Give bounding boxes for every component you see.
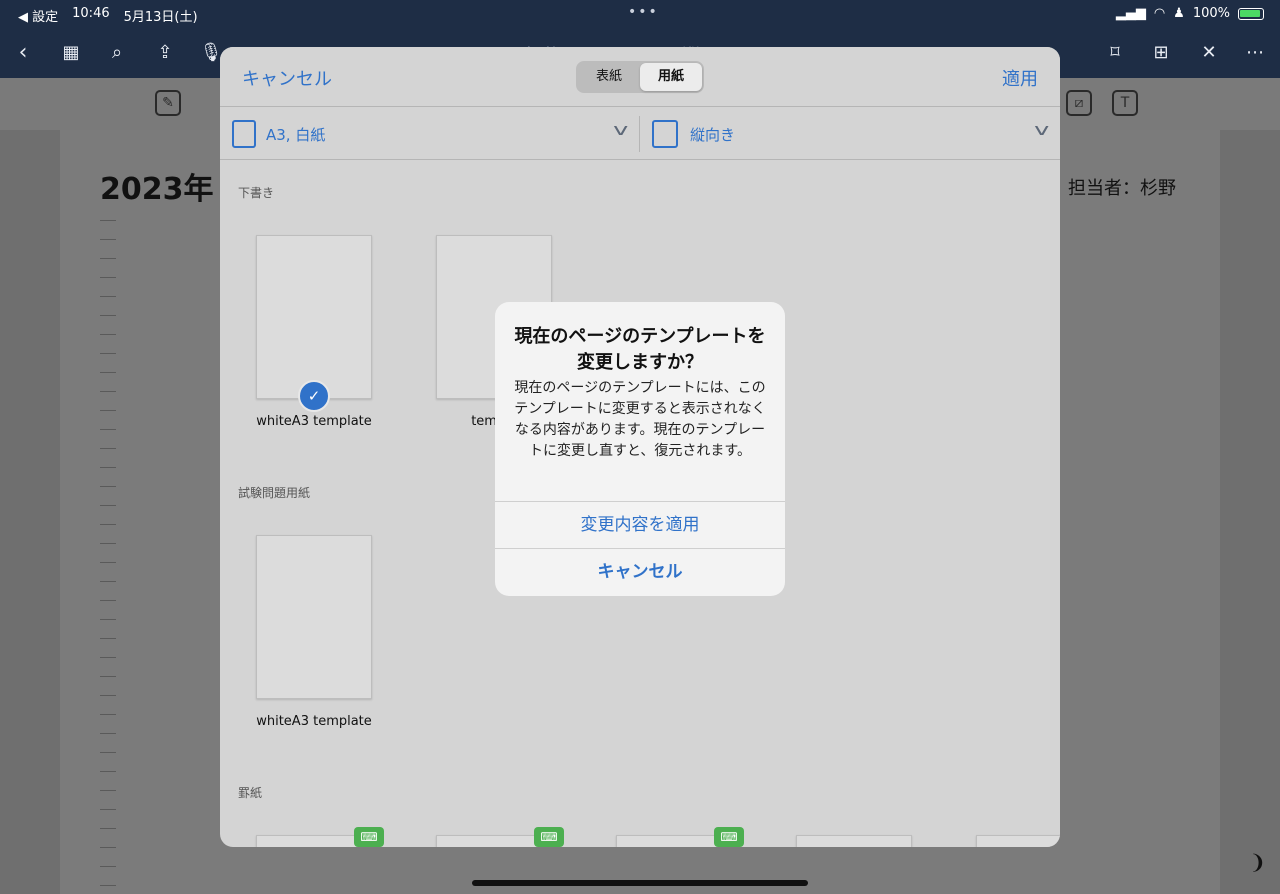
status-bar: ◀ 設定 10:46 5月13日(土) ••• ▂▄▆ ◠ ♟ 100% [0,0,1280,28]
back-icon[interactable]: ‹ [10,40,36,66]
back-to-settings-link[interactable]: ◀ 設定 [18,6,58,25]
alert-message: 現在のページのテンプレートには、このテンプレートに変更すると表示されなくなる内容… [514,380,766,459]
orientation-label: 縦向き [690,126,736,144]
battery-percent: 100% [1192,6,1230,21]
keyboard-icon: ⌨ [534,827,564,847]
paper-size-selector[interactable]: A3, 白紙 v [220,108,639,160]
share-icon[interactable]: ⇪ [152,40,178,66]
orientation-icon [652,120,678,148]
sheet-header: キャンセル 表紙 用紙 適用 [220,47,1060,107]
page-owner: 担当者：杉野 [1068,178,1176,199]
sheet-cancel-button[interactable]: キャンセル [242,65,332,91]
bookmark-icon[interactable]: ⌑ [1102,40,1128,66]
template-label: whiteA3 template [256,414,372,429]
template-thumbnail[interactable] [256,535,372,699]
add-page-icon[interactable]: ⊞ [1148,40,1174,66]
alert-cancel-button[interactable]: キャンセル [495,548,785,595]
status-date: 5月13日(土) [123,10,198,25]
page-heading: 2023年 [100,172,214,207]
section-label: 下書き [238,186,275,200]
search-icon[interactable]: ⌕ [104,40,130,66]
home-indicator[interactable] [472,880,808,886]
chevron-down-icon: v [612,120,628,139]
status-time: 10:46 [72,6,110,21]
paper-options-row: A3, 白紙 v 縦向き v [220,108,1060,160]
signal-icon: ▂▄▆ [1115,6,1146,21]
paper-size-icon [232,120,256,148]
wifi-icon: ◠ [1153,6,1166,21]
cover-paper-segmented-control: 表紙 用紙 [576,61,704,93]
template-thumbnail[interactable] [256,235,372,399]
change-template-alert: 現在のページのテンプレートを変更しますか？ 現在のページのテンプレートには、この… [495,302,785,596]
tab-paper[interactable]: 用紙 [640,63,702,91]
keyboard-icon: ⌨ [714,827,744,847]
section-label: 試験問題用紙 [238,486,311,500]
more-icon[interactable]: ⋯ [1242,40,1268,66]
paper-size-label: A3, 白紙 [266,126,326,144]
battery-icon [1238,7,1264,20]
page-ruler [100,220,116,890]
tab-cover[interactable]: 表紙 [578,63,640,91]
template-label: whiteA3 template [256,714,372,729]
alert-title: 現在のページのテンプレートを変更しますか？ [514,326,766,373]
sheet-apply-button[interactable]: 適用 [1002,65,1038,91]
grid-icon[interactable]: ▦ [58,40,84,66]
chevron-down-icon: v [1033,120,1049,139]
person-icon: ♟ [1173,6,1185,21]
template-thumbnail[interactable] [796,835,912,847]
selected-check-icon: ✓ [298,380,330,412]
orientation-selector[interactable]: 縦向き v [640,108,1060,160]
template-thumbnail[interactable] [976,835,1060,847]
text-tool-icon[interactable]: T [1112,90,1138,116]
section-label: 罫紙 [238,786,263,800]
eraser-tool-icon[interactable]: ⧄ [1066,90,1092,116]
multitasking-dots-icon[interactable]: ••• [628,4,659,20]
pen-cursor-icon: ❩ [1249,850,1266,874]
keyboard-icon: ⌨ [354,827,384,847]
lasso-zoom-icon[interactable]: ✎ [155,90,181,116]
apply-changes-button[interactable]: 変更内容を適用 [495,501,785,548]
close-pen-icon[interactable]: ✕ [1196,40,1222,66]
